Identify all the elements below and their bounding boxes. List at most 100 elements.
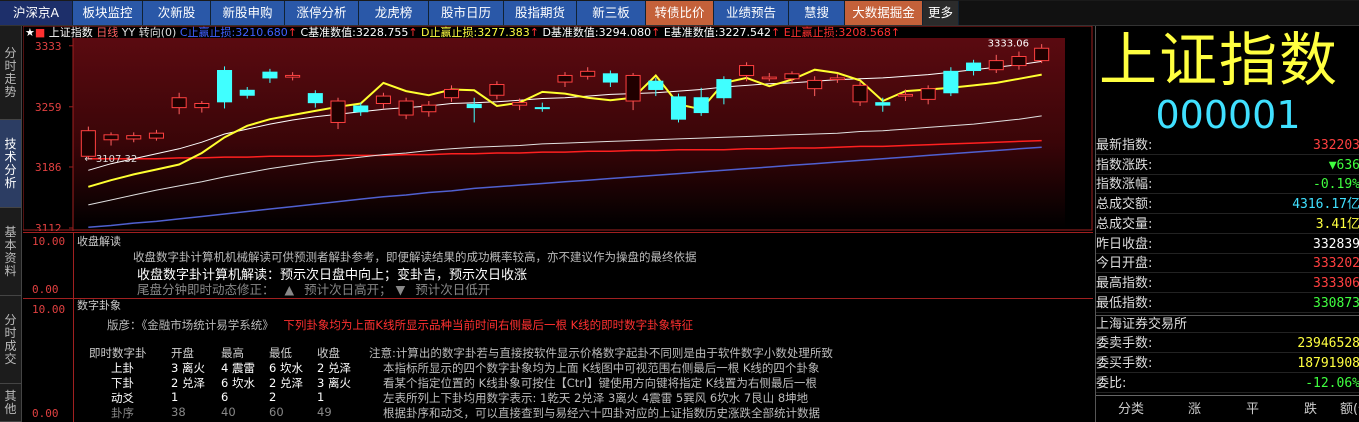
hex-cell-0-1: 3 离火 [171, 361, 205, 375]
quote-row-1: 指数涨跌: ▼636 [1096, 157, 1359, 175]
panel1-line3-prefix: 尾盘分钟即时动态修正： [137, 282, 275, 297]
menu-item-2[interactable]: 次新股 [143, 1, 211, 25]
hex-cell-2-4: 1 [317, 390, 325, 404]
y-tick-label: 3259 [35, 101, 62, 114]
candle-body [307, 93, 323, 104]
d-stop-value: 3277.383 [477, 26, 530, 39]
kline-chart-svg[interactable]: 3333 3259 3186 3112 ← 3107.32 3333.06 [22, 25, 1093, 235]
panel1-line3: 尾盘分钟即时动态修正： ▲ 预计次日高开； ▼ 预计次日低开 [137, 279, 490, 298]
arrow-up-icon: ↑ [771, 26, 781, 39]
candle-body [648, 80, 664, 90]
hex-cell-3-0: 卦序 [111, 406, 134, 420]
left-tab-0[interactable]: 分时走势 [0, 26, 22, 120]
candle-body [602, 73, 618, 83]
hex-cell-0-0: 上卦 [111, 361, 134, 375]
hex-cell-2-1: 1 [171, 390, 179, 404]
red-square-icon: ■ [34, 26, 46, 39]
candle-body [1034, 47, 1050, 62]
quote-row-label: 昨日收盘: [1096, 236, 1153, 252]
menu-item-13[interactable]: 更多 [923, 1, 959, 25]
order-row-label: 委卖手数: [1096, 336, 1153, 352]
quote-row-0: 最新指数: 332203 [1096, 137, 1359, 155]
quote-row-value: 3.41亿 [1315, 216, 1359, 232]
sector-tabs: 分类 涨 平 跌 额(亿) [1096, 395, 1359, 417]
sector-tab-0[interactable]: 分类 [1118, 398, 1144, 417]
menu-blank [959, 1, 1359, 25]
candle-body [716, 79, 732, 99]
left-tab-3[interactable]: 分时成交 [0, 296, 22, 384]
quote-row-value: 332203 [1313, 138, 1359, 153]
triangle-down-icon: ▼ [395, 282, 406, 297]
candle-body [625, 74, 641, 102]
hex-cell-0-2: 4 震雷 [221, 361, 255, 375]
quote-title: 上证指数 [1099, 26, 1340, 94]
candle-body [852, 84, 868, 103]
menu-item-3[interactable]: 新股申购 [211, 1, 285, 25]
quote-code: 000001 [1155, 93, 1301, 137]
quote-row-value: 333202 [1313, 256, 1359, 272]
hex-cell-0-3: 6 坎水 [269, 361, 303, 375]
yy-label: YY [121, 26, 136, 39]
hex-cell-0-4: 2 兑泽 [317, 361, 351, 375]
hex-cell-2-2: 6 [221, 390, 229, 404]
candle-body [443, 88, 460, 99]
low-annotation: ← 3107.32 [84, 154, 137, 165]
c-stop-label: C止赢止损: [179, 26, 236, 39]
candle-body [80, 130, 96, 157]
panel1-line3-down-text: 预计次日低开 [415, 282, 491, 297]
digit-hexagram-panel: 10.00 0.00 数字卦象 版彦：《金融市场统计易学系统》 下列卦象均为上面… [23, 298, 1093, 422]
panel2-y-bottom: 0.00 [32, 407, 59, 420]
hex-cell-3-2: 40 [221, 405, 236, 419]
menu-item-9[interactable]: 转债比价 [646, 1, 714, 25]
menu-item-4[interactable]: 涨停分析 [285, 1, 359, 25]
sector-tab-3[interactable]: 跌 [1304, 398, 1317, 417]
candle-body [285, 74, 301, 78]
candle-body [580, 70, 596, 77]
left-tab-1[interactable]: 技术分析 [0, 120, 22, 208]
hex-cell-3-4: 49 [317, 405, 332, 419]
left-tab-4[interactable]: 其他 [0, 384, 22, 422]
menu-item-5[interactable]: 龙虎榜 [359, 1, 429, 25]
arrow-up-icon: ↑ [529, 26, 539, 39]
menu-item-7[interactable]: 股指期货 [504, 1, 577, 25]
star-icon[interactable]: ★ [25, 26, 35, 39]
panel1-line1: 收盘数字卦计算机机械解读可供预测者解卦参考，即便解读结果的成功概率较高，亦不建议… [133, 250, 697, 264]
hex-note-2: 看某个指定位置的 K线卦象可按住【Ctrl】键使用方向键将指定 K线置为右侧最后… [383, 376, 817, 390]
quote-row-label: 总成交额: [1096, 197, 1153, 213]
quote-row-label: 最高指数: [1096, 275, 1153, 291]
sector-tab-2[interactable]: 平 [1246, 398, 1259, 417]
quote-row-value: 332839 [1313, 236, 1359, 252]
sector-tab-1[interactable]: 涨 [1188, 398, 1201, 417]
hex-cell-1-4: 3 离火 [317, 376, 351, 390]
order-row-2: 委比: -12.06% [1096, 375, 1359, 393]
candle-body [807, 79, 823, 90]
menu-item-0[interactable]: 沪深京A [0, 1, 73, 25]
order-row-1: 委买手数: 18791908 [1096, 355, 1359, 373]
menu-item-12[interactable]: 大数据掘金 [845, 1, 923, 25]
hex-header-0: 即时数字卦 [89, 346, 147, 360]
arrow-up-icon: ↑ [287, 26, 297, 39]
menu-item-1[interactable]: 板块监控 [73, 1, 143, 25]
candle-body [262, 71, 278, 79]
menu-item-10[interactable]: 业绩预告 [714, 1, 789, 25]
menu-item-11[interactable]: 慧搜 [789, 1, 845, 25]
candle-body [353, 105, 369, 113]
candle-body [966, 62, 982, 72]
sector-tab-4[interactable]: 额(亿) [1340, 398, 1359, 417]
menu-item-8[interactable]: 新三板 [577, 1, 646, 25]
candle-body [534, 107, 550, 110]
order-row-label: 委买手数: [1096, 356, 1153, 371]
hex-note-1: 本指标所显示的四个数字卦象均为上面 K线图中可视范围右侧最后一根 K线的四个卦象 [383, 361, 820, 375]
panel1-title: 收盘解读 [77, 235, 121, 248]
period[interactable]: 日线 [96, 26, 118, 39]
candle-body [670, 96, 687, 120]
left-tab-2[interactable]: 基本资料 [0, 208, 22, 296]
kline-chart[interactable]: 3333 3259 3186 3112 ← 3107.32 3333.06 ★■ 上证指数… [22, 25, 1093, 235]
arrow-up-icon: ↑ [890, 26, 901, 39]
quote-row-3: 总成交额: 4316.17亿 [1096, 196, 1359, 215]
hexagram-table: 即时数字卦 开盘 最高 最低 收盘 上卦 3 离火 4 震雷 6 坎水 2 兑泽 下卦 2 兑泽 6 坎… [89, 345, 369, 421]
menu-item-6[interactable]: 股市日历 [429, 1, 504, 25]
d-stop-label: D止赢止损: [421, 26, 478, 39]
quote-row-4: 总成交量: 3.41亿 [1096, 216, 1359, 234]
candle-body [126, 135, 142, 140]
